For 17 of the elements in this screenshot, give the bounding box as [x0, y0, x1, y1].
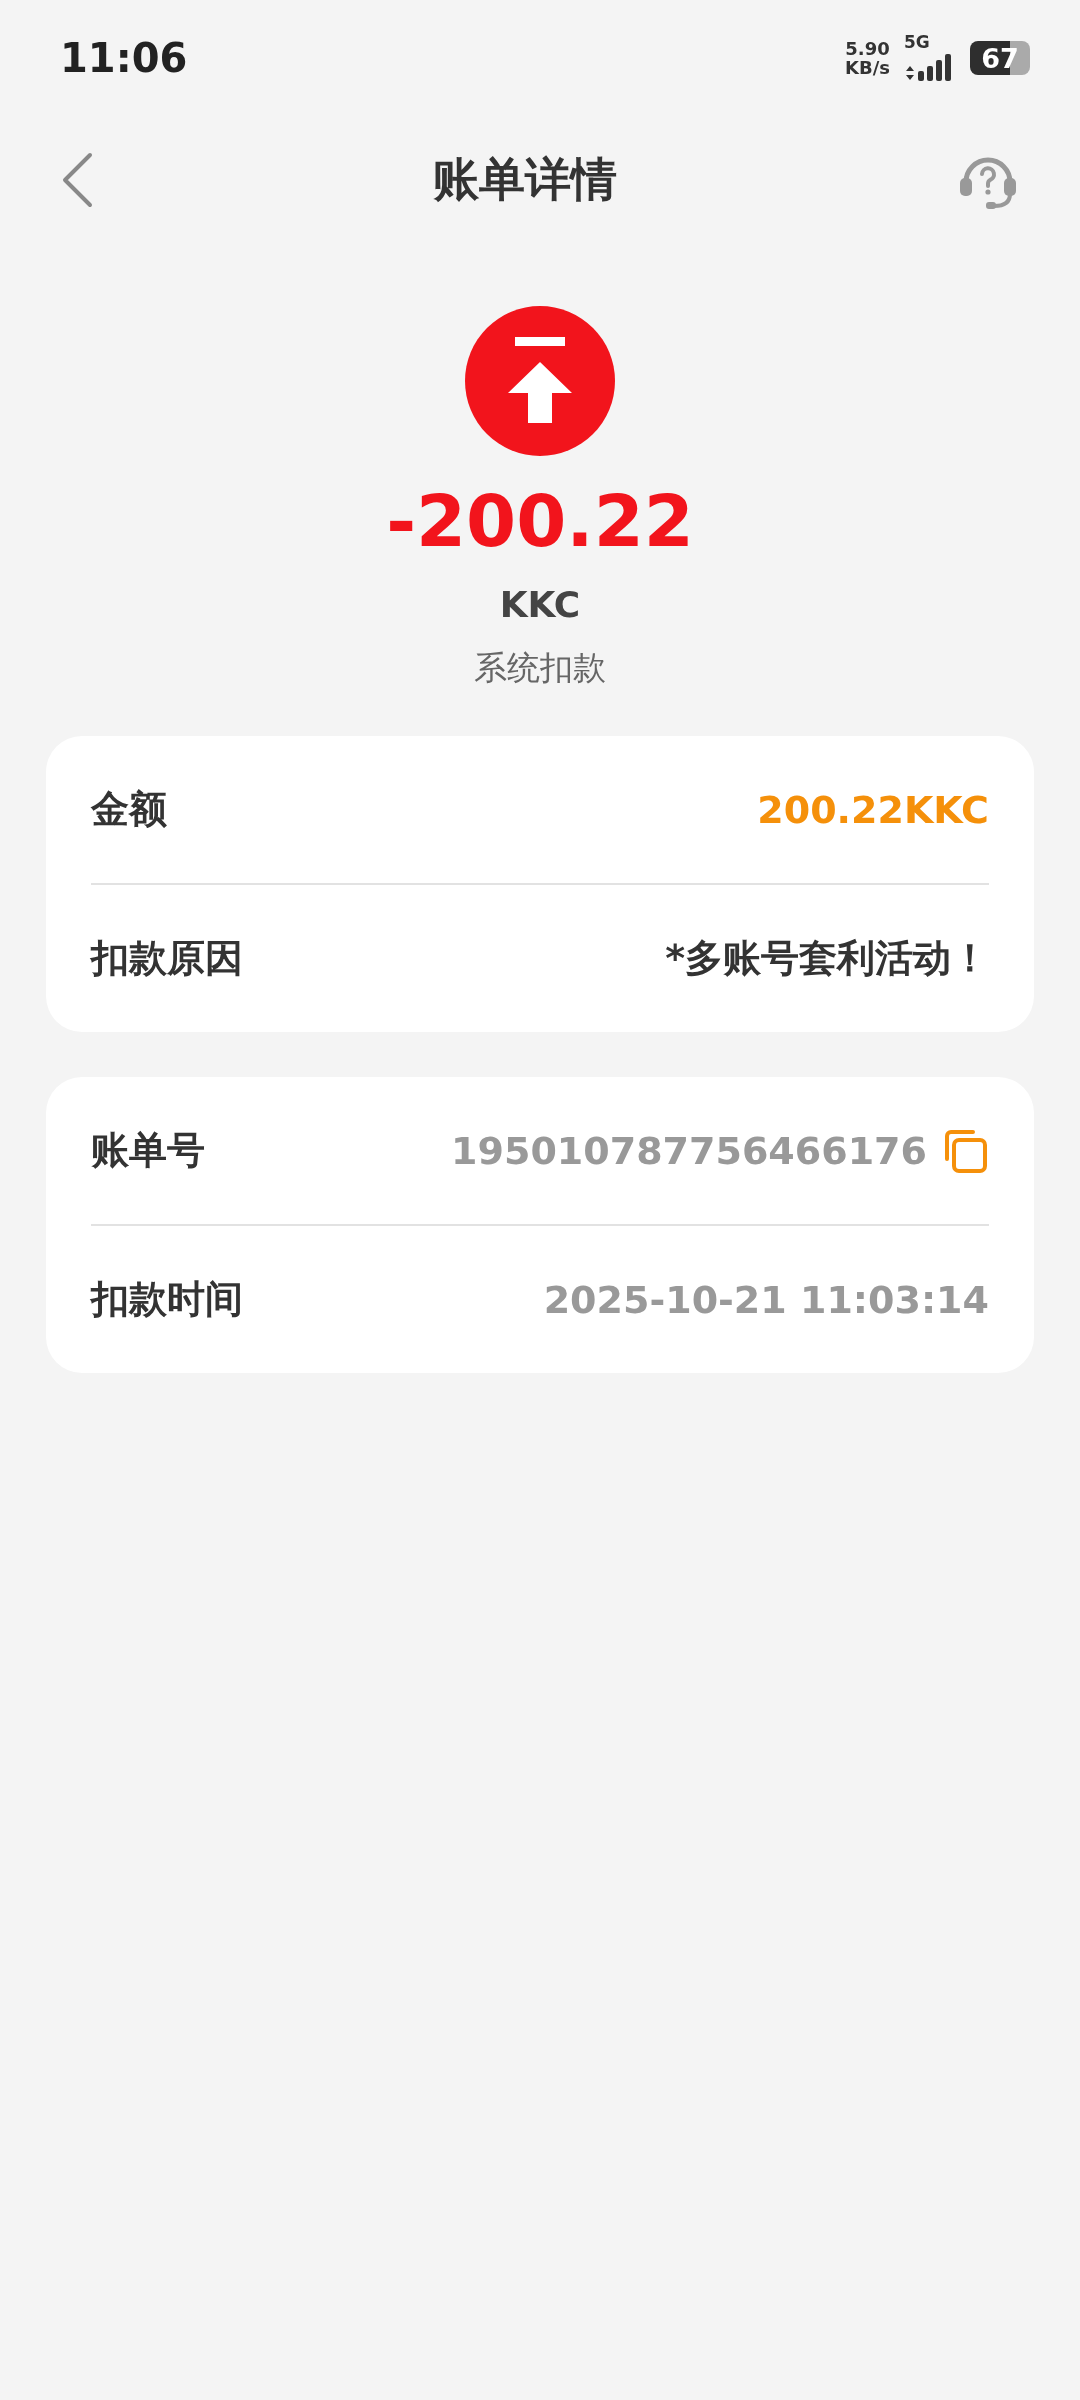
network-speed: 5.90: [845, 39, 890, 58]
amount-text: -200.22: [386, 478, 694, 565]
field-value: 2025-10-21 11:03:14: [543, 1277, 989, 1322]
network-speed-unit: KB/s: [845, 58, 890, 77]
field-value: 195010787756466176: [451, 1128, 927, 1173]
field-label: 扣款时间: [91, 1276, 243, 1323]
back-icon[interactable]: [60, 152, 94, 208]
field-value: 200.22KKC: [757, 787, 989, 832]
field-value: *多账号套利活动！: [665, 935, 989, 982]
field-label: 账单号: [91, 1127, 205, 1174]
network-type: 5G: [904, 33, 930, 51]
transaction-type: 系统扣款: [474, 647, 606, 689]
field-label: 金额: [91, 786, 167, 833]
status-time: 11:06: [60, 35, 188, 81]
currency-text: KKC: [499, 584, 581, 625]
page-title: 账单详情: [433, 151, 617, 208]
field-label: 扣款原因: [91, 935, 243, 982]
